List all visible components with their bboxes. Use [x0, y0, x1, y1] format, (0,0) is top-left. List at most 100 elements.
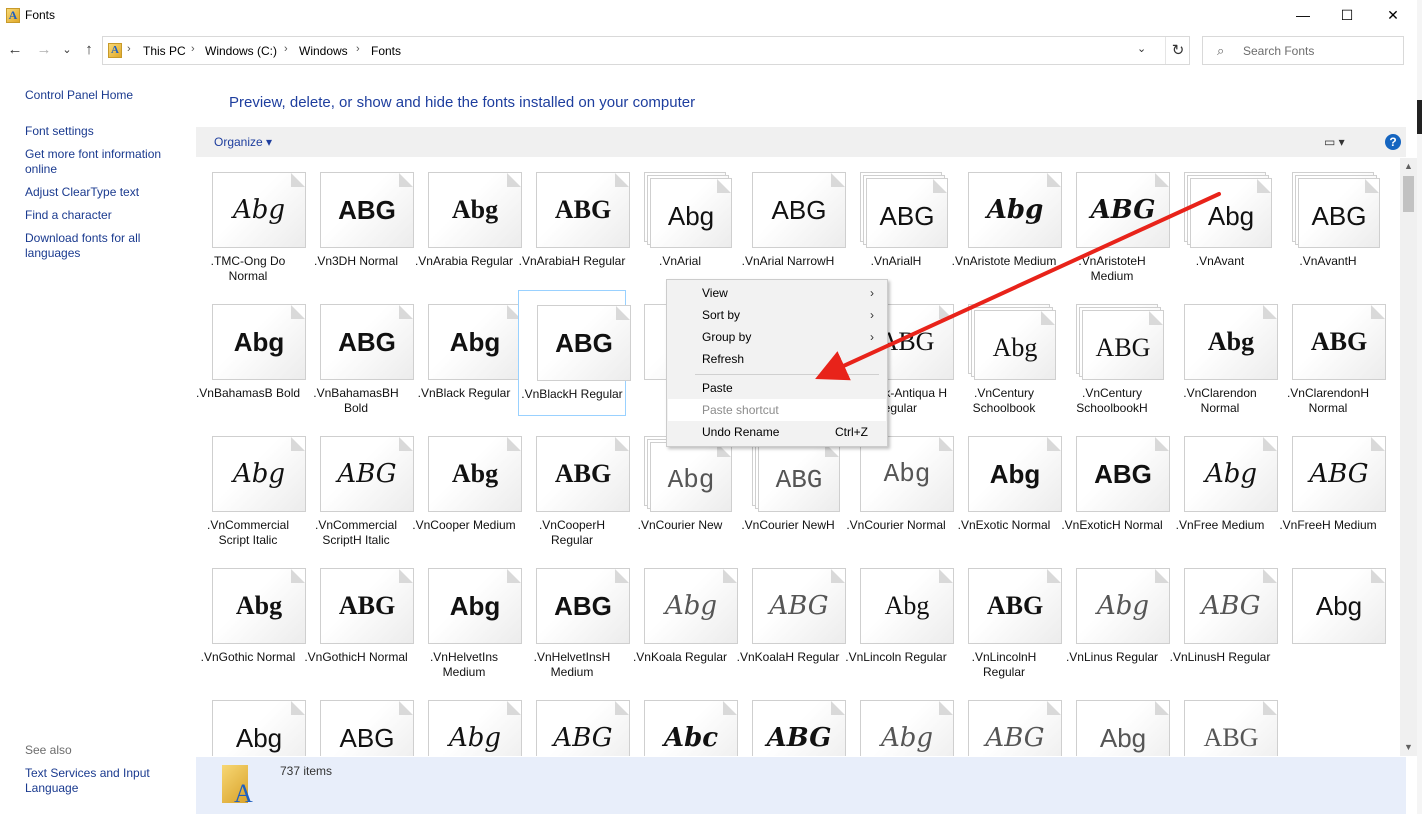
font-item[interactable]: Abg .VnExotic Normal: [950, 422, 1062, 548]
font-item[interactable]: Abg .VnBahamasB Bold: [196, 290, 306, 416]
control-panel-home-link[interactable]: Control Panel Home: [25, 88, 133, 103]
refresh-icon[interactable]: ↻: [1165, 37, 1190, 64]
font-name-label: .VnCommercial Script Italic: [206, 518, 290, 547]
font-item[interactable]: Abg .VnFree Medium: [1166, 422, 1278, 548]
font-item[interactable]: ABG: [734, 686, 846, 756]
adjust-cleartype-link[interactable]: Adjust ClearType text: [25, 185, 139, 200]
font-item[interactable]: Abg .TMC-Ong Do Normal: [196, 158, 306, 284]
chevron-right-icon[interactable]: ›: [191, 43, 195, 55]
font-item[interactable]: ABG .VnHelvetInsH Medium: [518, 554, 630, 680]
font-settings-link[interactable]: Font settings: [25, 124, 94, 139]
breadcrumb-windows[interactable]: Windows: [299, 44, 348, 58]
item-count: 737 items: [280, 764, 333, 778]
font-sample-preview: ABG: [555, 328, 613, 358]
find-a-character-link[interactable]: Find a character: [25, 208, 112, 223]
change-view-button[interactable]: ▭ ▾: [1324, 135, 1345, 149]
font-item[interactable]: Abg .VnGothic Normal: [196, 554, 306, 680]
address-bar[interactable]: A › This PC › Windows (C:) › Windows › F…: [102, 36, 1190, 65]
font-item[interactable]: Abg .VnArial: [626, 158, 734, 284]
font-item[interactable]: ABG .VnLinusH Regular: [1166, 554, 1278, 680]
font-item[interactable]: Abg .VnBlack Regular: [410, 290, 522, 416]
scroll-up-arrow-icon[interactable]: ▲: [1400, 158, 1417, 175]
maximize-button[interactable]: ☐: [1324, 0, 1370, 31]
font-item[interactable]: ABG: [518, 686, 630, 756]
font-item[interactable]: ABG .VnCommercial ScriptH Italic: [302, 422, 414, 548]
font-item[interactable]: ABG: [302, 686, 414, 756]
close-button[interactable]: ✕: [1370, 0, 1416, 31]
scroll-down-arrow-icon[interactable]: ▼: [1400, 739, 1417, 756]
breadcrumb-this-pc[interactable]: This PC: [143, 44, 186, 58]
font-item[interactable]: ABG .VnAristoteH Medium: [1058, 158, 1170, 284]
address-dropdown-icon[interactable]: ⌄: [1137, 42, 1146, 55]
font-item[interactable]: Abg .VnAristote Medium: [950, 158, 1062, 284]
up-arrow-icon[interactable]: ↑: [79, 40, 99, 60]
menu-item-group-by[interactable]: Group by ›: [668, 326, 886, 348]
font-item[interactable]: Abg: [1274, 554, 1386, 680]
font-item[interactable]: ABG .VnArabiaH Regular: [518, 158, 630, 284]
minimize-button[interactable]: —: [1280, 0, 1326, 31]
help-icon[interactable]: ?: [1385, 134, 1401, 150]
font-item[interactable]: Abg .VnKoala Regular: [626, 554, 738, 680]
font-item[interactable]: ABG .VnBlackH Regular: [518, 290, 631, 416]
get-more-font-info-link[interactable]: Get more font information online: [25, 147, 175, 177]
font-item[interactable]: ABG .VnCooperH Regular: [518, 422, 630, 548]
font-item[interactable]: ABG .VnAvantH: [1274, 158, 1382, 284]
text-services-link[interactable]: Text Services and Input Language: [25, 766, 155, 796]
scrollbar-thumb[interactable]: [1403, 176, 1414, 212]
font-item[interactable]: ABG .VnGothicH Normal: [302, 554, 414, 680]
font-item[interactable]: Abg: [196, 686, 306, 756]
font-item[interactable]: Abg .VnHelvetIns Medium: [410, 554, 522, 680]
font-item[interactable]: Abg .VnAvant: [1166, 158, 1274, 284]
font-item[interactable]: ABG .VnClarendonH Normal: [1274, 290, 1386, 416]
font-item[interactable]: Abg .VnCentury Schoolbook: [950, 290, 1058, 416]
search-input[interactable]: ⌕ Search Fonts: [1202, 36, 1404, 65]
font-item[interactable]: ABG .VnLincolnH Regular: [950, 554, 1062, 680]
font-item[interactable]: Abc: [626, 686, 738, 756]
download-fonts-link[interactable]: Download fonts for all languages: [25, 231, 155, 261]
menu-item-sort-by[interactable]: Sort by ›: [668, 304, 886, 326]
font-item[interactable]: ABG .Vn3DH Normal: [302, 158, 414, 284]
font-item[interactable]: ABG .VnBahamasBH Bold: [302, 290, 414, 416]
font-file-icon: Abg: [212, 568, 306, 644]
chevron-right-icon[interactable]: ›: [127, 43, 131, 55]
menu-item-undo-rename[interactable]: Undo Rename Ctrl+Z: [668, 421, 886, 443]
font-item[interactable]: ABG: [950, 686, 1062, 756]
forward-arrow-icon[interactable]: →: [34, 40, 54, 60]
back-arrow-icon[interactable]: ←: [5, 40, 25, 60]
recent-locations-chevron-icon[interactable]: ⌄: [57, 40, 77, 60]
organize-button[interactable]: Organize ▾: [214, 135, 272, 149]
font-item[interactable]: ABG .VnFreeH Medium: [1274, 422, 1386, 548]
font-item[interactable]: Abg: [842, 686, 954, 756]
font-item[interactable]: Abg .VnCommercial Script Italic: [196, 422, 306, 548]
font-item[interactable]: Abg .VnClarendon Normal: [1166, 290, 1278, 416]
font-item[interactable]: Abg: [1058, 686, 1170, 756]
font-item[interactable]: ABG .VnCentury SchoolbookH: [1058, 290, 1166, 416]
chevron-right-icon[interactable]: ›: [356, 43, 360, 55]
vertical-scrollbar[interactable]: ▲ ▼: [1400, 158, 1417, 756]
font-item[interactable]: Abg .VnArabia Regular: [410, 158, 522, 284]
menu-item-label: Sort by: [702, 308, 741, 322]
font-sample-preview: Abg: [451, 195, 499, 224]
menu-item-paste[interactable]: Paste: [668, 377, 886, 399]
font-item[interactable]: ABG .VnExoticH Normal: [1058, 422, 1170, 548]
font-sample-preview: Abg: [1315, 591, 1363, 621]
font-item[interactable]: ABG .VnKoalaH Regular: [734, 554, 846, 680]
font-item[interactable]: ABG .VnArialH: [842, 158, 950, 284]
font-item[interactable]: Abg .VnCooper Medium: [410, 422, 522, 548]
font-sample-preview: ABG: [1095, 333, 1151, 362]
font-item[interactable]: Abg .VnLincoln Regular: [842, 554, 954, 680]
menu-item-refresh[interactable]: Refresh: [668, 348, 886, 370]
font-item[interactable]: Abg: [410, 686, 522, 756]
font-item[interactable]: ABG .VnArial NarrowH: [734, 158, 846, 284]
menu-item-paste-shortcut[interactable]: Paste shortcut: [668, 399, 886, 421]
menu-item-view[interactable]: View ›: [668, 282, 886, 304]
font-item[interactable]: Abg .VnLinus Regular: [1058, 554, 1170, 680]
font-sample-preview: ABG: [1309, 459, 1369, 489]
font-item[interactable]: ABG: [1166, 686, 1278, 756]
font-name-label: .Vn3DH Normal: [313, 254, 399, 268]
breadcrumb-fonts[interactable]: Fonts: [371, 44, 401, 58]
menu-item-label: Undo Rename: [702, 425, 780, 439]
chevron-right-icon[interactable]: ›: [284, 43, 288, 55]
breadcrumb-windows-c[interactable]: Windows (C:): [205, 44, 277, 58]
font-name-label: .VnBahamasBH Bold: [313, 386, 399, 415]
